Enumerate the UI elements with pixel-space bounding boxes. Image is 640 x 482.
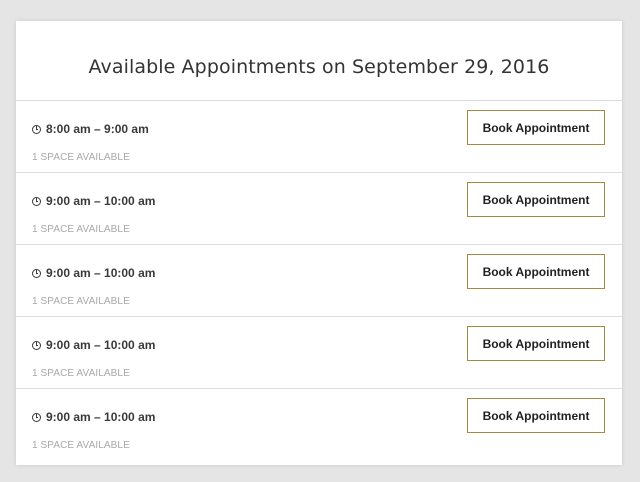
slot-time-label: 9:00 am – 10:00 am	[46, 194, 156, 208]
slot-time: 8:00 am – 9:00 am	[32, 122, 149, 136]
slot-availability: 1 SPACE AVAILABLE	[32, 440, 130, 451]
appointments-card: Available Appointments on September 29, …	[16, 21, 622, 465]
book-appointment-button[interactable]: Book Appointment	[467, 182, 605, 217]
book-appointment-button[interactable]: Book Appointment	[467, 254, 605, 289]
book-appointment-button[interactable]: Book Appointment	[467, 326, 605, 361]
book-appointment-button[interactable]: Book Appointment	[467, 110, 605, 145]
slot-time: 9:00 am – 10:00 am	[32, 266, 155, 280]
appointment-slot: 9:00 am – 10:00 am 1 SPACE AVAILABLE Boo…	[16, 173, 622, 245]
slot-time-label: 9:00 am – 10:00 am	[46, 338, 156, 352]
clock-icon	[32, 124, 41, 134]
clock-icon	[32, 412, 41, 422]
clock-icon	[32, 340, 41, 350]
slot-availability: 1 SPACE AVAILABLE	[32, 296, 130, 307]
slot-time-label: 9:00 am – 10:00 am	[46, 410, 156, 424]
page-title: Available Appointments on September 29, …	[88, 55, 550, 78]
appointment-slot: 9:00 am – 10:00 am 1 SPACE AVAILABLE Boo…	[16, 245, 622, 317]
book-appointment-button[interactable]: Book Appointment	[467, 398, 605, 433]
slot-availability: 1 SPACE AVAILABLE	[32, 368, 130, 379]
clock-icon	[32, 196, 41, 206]
appointment-slot: 9:00 am – 10:00 am 1 SPACE AVAILABLE Boo…	[16, 389, 622, 460]
slot-time-label: 8:00 am – 9:00 am	[46, 122, 149, 136]
slot-availability: 1 SPACE AVAILABLE	[32, 224, 130, 235]
card-header: Available Appointments on September 29, …	[16, 21, 622, 101]
clock-icon	[32, 268, 41, 278]
appointment-slot: 9:00 am – 10:00 am 1 SPACE AVAILABLE Boo…	[16, 317, 622, 389]
slot-time: 9:00 am – 10:00 am	[32, 338, 155, 352]
slot-availability: 1 SPACE AVAILABLE	[32, 152, 130, 163]
appointment-slot: 8:00 am – 9:00 am 1 SPACE AVAILABLE Book…	[16, 101, 622, 173]
slot-time: 9:00 am – 10:00 am	[32, 410, 155, 424]
slot-time: 9:00 am – 10:00 am	[32, 194, 155, 208]
slot-time-label: 9:00 am – 10:00 am	[46, 266, 156, 280]
